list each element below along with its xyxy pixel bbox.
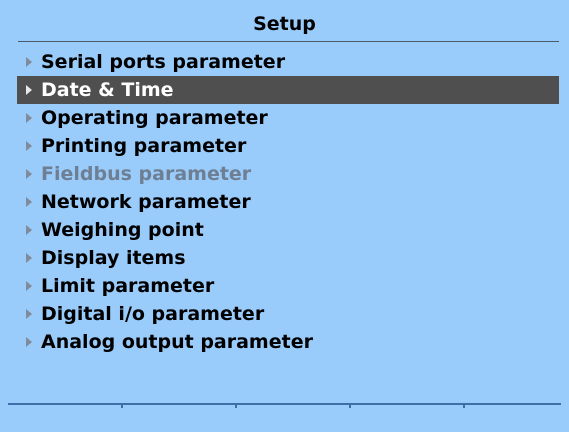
menu-item-label: Limit parameter xyxy=(41,275,215,297)
menu-item-label: Fieldbus parameter xyxy=(41,163,252,185)
menu-item-label: Date & Time xyxy=(41,79,174,101)
menu-item-label: Weighing point xyxy=(41,219,204,241)
menu-item-label: Display items xyxy=(41,247,186,269)
menu-item-date-and-time[interactable]: Date & Time xyxy=(17,76,559,104)
menu-item-label: Serial ports parameter xyxy=(41,51,286,73)
right-triangle-icon xyxy=(26,113,32,123)
menu-item-fieldbus-parameter: Fieldbus parameter xyxy=(17,160,559,188)
right-triangle-icon xyxy=(26,85,32,95)
softkey-separator xyxy=(121,403,123,408)
menu-item-display-items[interactable]: Display items xyxy=(17,244,559,272)
softkey-separator xyxy=(235,403,237,408)
menu-item-serial-ports-parameter[interactable]: Serial ports parameter xyxy=(17,48,559,76)
right-triangle-icon xyxy=(26,225,32,235)
menu-item-printing-parameter[interactable]: Printing parameter xyxy=(17,132,559,160)
menu-item-label: Network parameter xyxy=(41,191,251,213)
menu-item-weighing-point[interactable]: Weighing point xyxy=(17,216,559,244)
setup-screen: Setup Serial ports parameter Date & Time… xyxy=(0,0,569,432)
softkey-separator xyxy=(349,403,351,408)
softkey-separator xyxy=(463,403,465,408)
right-triangle-icon xyxy=(26,253,32,263)
right-triangle-icon xyxy=(26,337,32,347)
softkey-bar xyxy=(0,403,569,432)
menu-item-limit-parameter[interactable]: Limit parameter xyxy=(17,272,559,300)
title-divider xyxy=(18,41,559,42)
menu-item-label: Operating parameter xyxy=(41,107,268,129)
right-triangle-icon xyxy=(26,197,32,207)
page-title: Setup xyxy=(253,13,316,35)
menu-item-label: Printing parameter xyxy=(41,135,247,157)
setup-menu: Serial ports parameter Date & Time Opera… xyxy=(17,48,559,356)
right-triangle-icon xyxy=(26,57,32,67)
right-triangle-icon xyxy=(26,309,32,319)
right-triangle-icon xyxy=(26,141,32,151)
menu-item-operating-parameter[interactable]: Operating parameter xyxy=(17,104,559,132)
right-triangle-icon xyxy=(26,281,32,291)
softkey-divider xyxy=(8,403,561,405)
right-triangle-icon xyxy=(26,169,32,179)
menu-item-label: Analog output parameter xyxy=(41,331,313,353)
menu-item-digital-io-parameter[interactable]: Digital i/o parameter xyxy=(17,300,559,328)
menu-item-label: Digital i/o parameter xyxy=(41,303,265,325)
menu-item-analog-output-parameter[interactable]: Analog output parameter xyxy=(17,328,559,356)
menu-item-network-parameter[interactable]: Network parameter xyxy=(17,188,559,216)
